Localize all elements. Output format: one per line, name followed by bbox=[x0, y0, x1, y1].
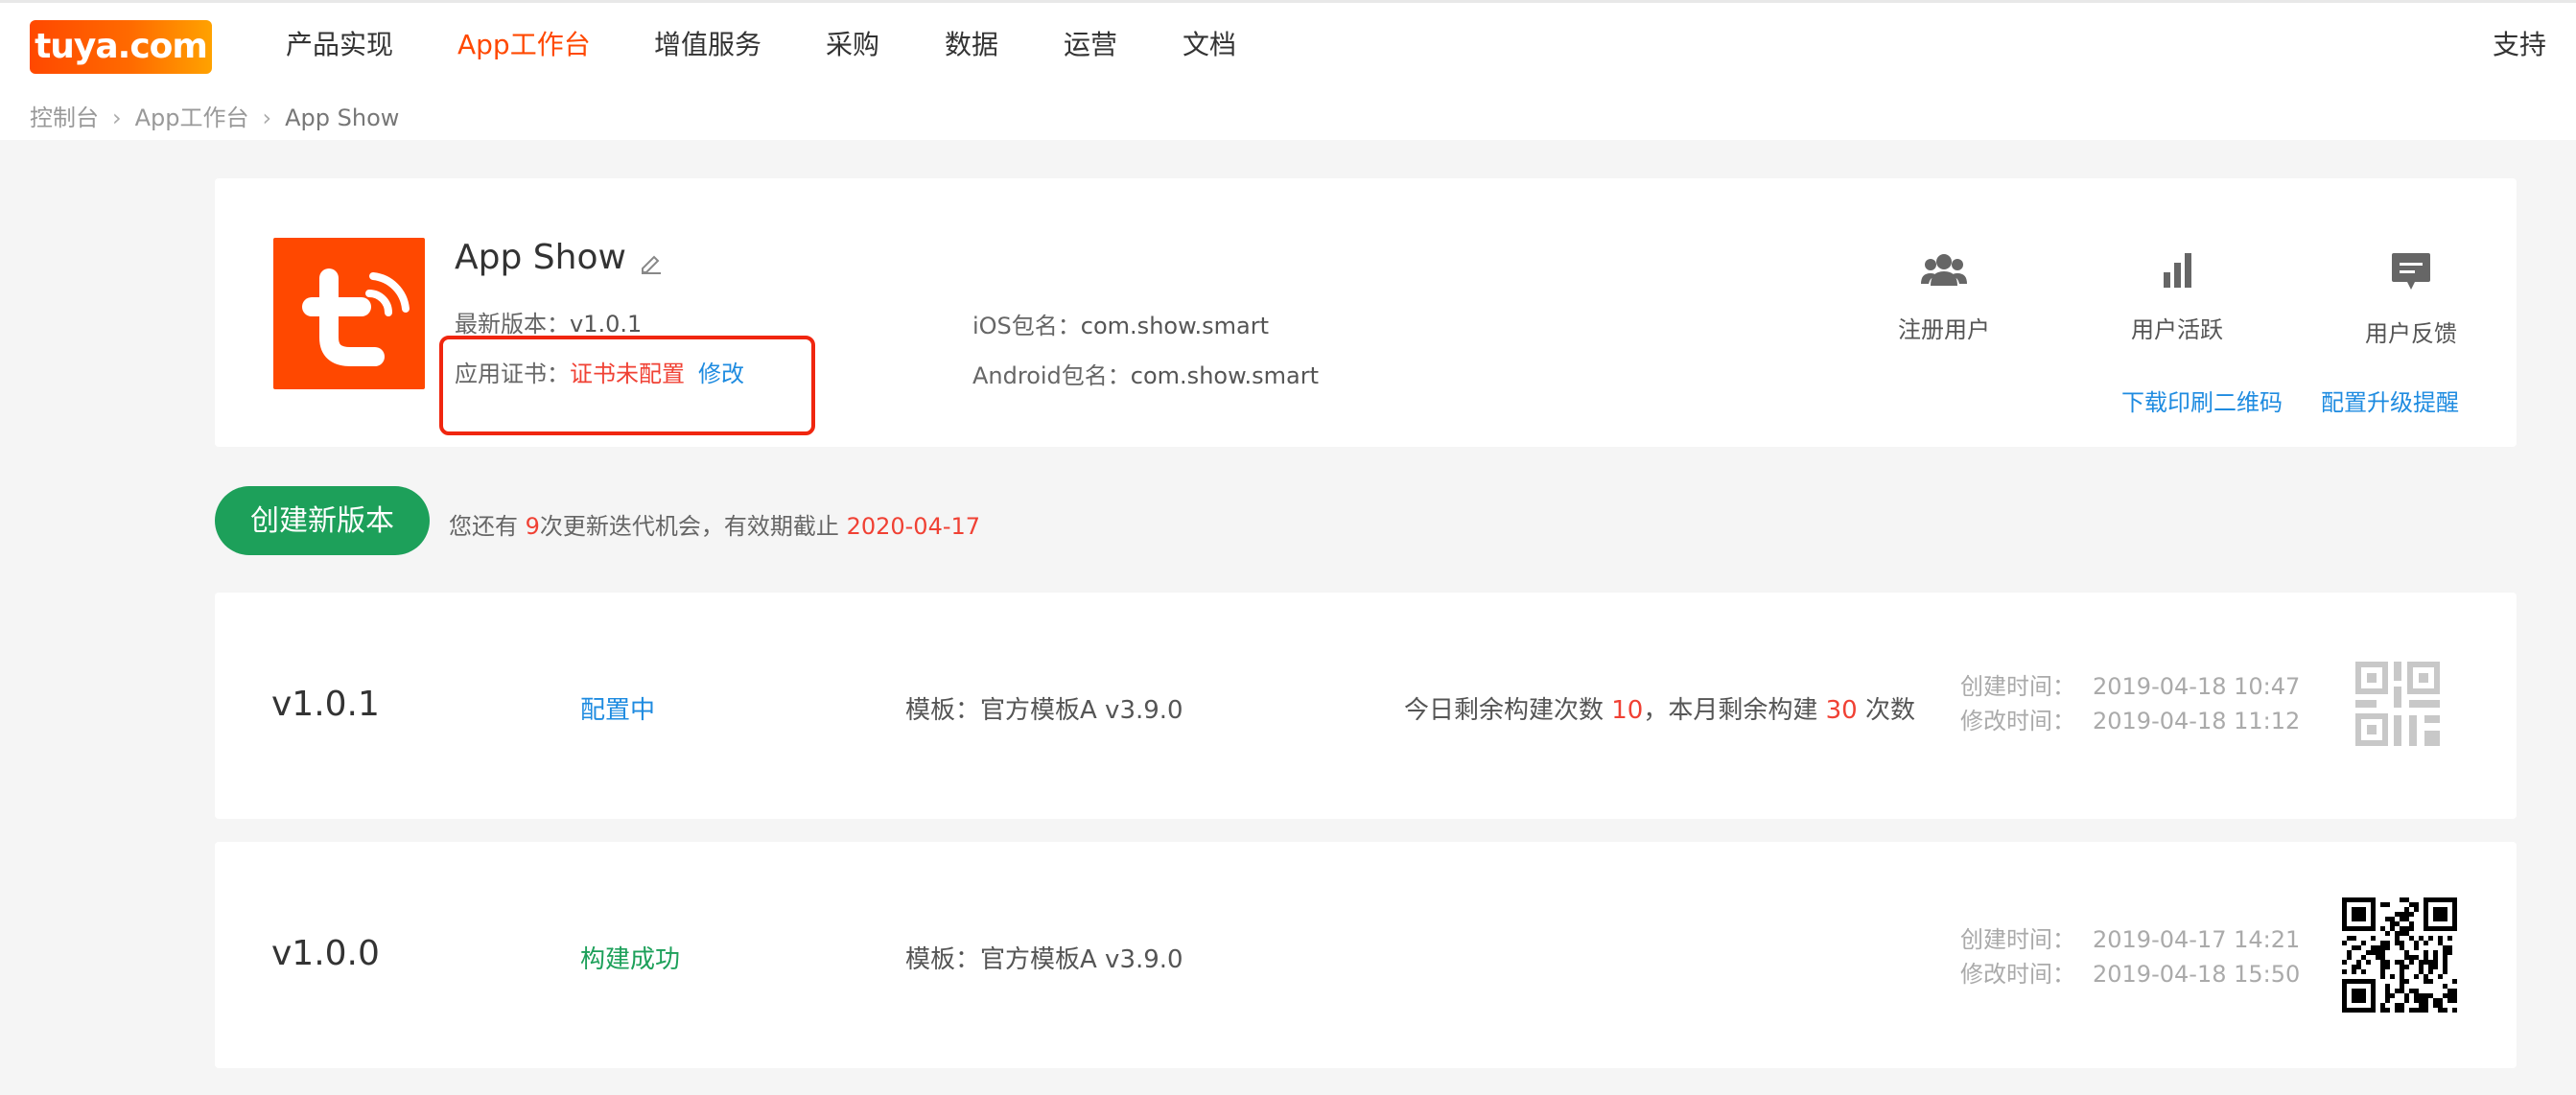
version-template: 模板：官方模板A v3.9.0 bbox=[905, 696, 1183, 725]
latest-version-value: v1.0.1 bbox=[570, 311, 643, 338]
support-link[interactable]: 支持 bbox=[2493, 26, 2546, 64]
create-version-button[interactable]: 创建新版本 bbox=[215, 486, 430, 555]
edit-pencil-icon[interactable] bbox=[639, 249, 664, 274]
version-row[interactable]: v1.0.0 构建成功 模板：官方模板A v3.9.0 创建时间： 2019-04… bbox=[215, 842, 2517, 1068]
stat-user-feedback[interactable]: 用户反馈 bbox=[2315, 251, 2507, 348]
chat-icon bbox=[2392, 253, 2430, 290]
stat-registered-users[interactable]: 注册用户 bbox=[1848, 251, 2040, 344]
version-number: v1.0.1 bbox=[271, 685, 380, 724]
qr-placeholder-icon[interactable] bbox=[2355, 662, 2440, 746]
nav-item-app-workbench[interactable]: App工作台 bbox=[457, 26, 591, 64]
ios-package-row: iOS包名：com.show.smart bbox=[972, 313, 1270, 339]
version-status[interactable]: 构建成功 bbox=[580, 940, 680, 975]
update-quota-note: 您还有 9次更新迭代机会，有效期截止 2020-04-17 bbox=[449, 513, 981, 540]
version-times: 创建时间： 2019-04-17 14:21 修改时间： 2019-04-18 15… bbox=[1960, 922, 2300, 991]
stat-active-users[interactable]: 用户活跃 bbox=[2081, 251, 2273, 344]
nav-item-value-added[interactable]: 增值服务 bbox=[654, 26, 761, 64]
expiry-date: 2020-04-17 bbox=[846, 513, 981, 540]
android-package-value: com.show.smart bbox=[1130, 362, 1320, 389]
month-build-left: 30 bbox=[1825, 696, 1858, 725]
nav-item-data[interactable]: 数据 bbox=[945, 26, 998, 64]
bar-chart-icon bbox=[2164, 253, 2191, 288]
config-upgrade-link[interactable]: 配置升级提醒 bbox=[2321, 384, 2459, 417]
ios-package-value: com.show.smart bbox=[1080, 313, 1270, 339]
top-navigation-bar: tuya.com 产品实现 App工作台 增值服务 采购 数据 运营 文档 支持… bbox=[0, 0, 2576, 140]
nav-item-product[interactable]: 产品实现 bbox=[286, 26, 393, 64]
stat-label: 用户反馈 bbox=[2365, 320, 2457, 347]
today-build-left: 10 bbox=[1611, 696, 1644, 725]
created-time-row: 创建时间： 2019-04-18 10:47 bbox=[1960, 673, 2301, 700]
stat-label: 注册用户 bbox=[1898, 316, 1990, 343]
version-number: v1.0.0 bbox=[271, 934, 380, 973]
chevron-right-icon: › bbox=[262, 105, 272, 131]
build-quota: 今日剩余构建次数 10，本月剩余构建 30 次数 bbox=[1404, 696, 1915, 725]
chevron-right-icon: › bbox=[112, 105, 122, 131]
app-info-card: App Show 最新版本：v1.0.1 应用证书：证书未配置 修改 iOS包名：… bbox=[215, 178, 2517, 447]
breadcrumb-app-workbench[interactable]: App工作台 bbox=[135, 105, 249, 131]
app-icon bbox=[273, 238, 425, 389]
nav-item-operations[interactable]: 运营 bbox=[1064, 26, 1117, 64]
app-name: App Show bbox=[455, 238, 626, 277]
version-status[interactable]: 配置中 bbox=[580, 690, 655, 726]
breadcrumb-console[interactable]: 控制台 bbox=[30, 105, 99, 131]
created-time-row: 创建时间： 2019-04-17 14:21 bbox=[1960, 926, 2301, 953]
stat-label: 用户活跃 bbox=[2131, 316, 2223, 343]
tuya-logo[interactable]: tuya.com bbox=[30, 20, 212, 74]
android-package-row: Android包名：com.show.smart bbox=[972, 362, 1320, 389]
cert-highlight-box bbox=[439, 336, 815, 435]
version-row[interactable]: v1.0.1 配置中 模板：官方模板A v3.9.0 今日剩余构建次数 10，本… bbox=[215, 593, 2517, 819]
remaining-count: 9 bbox=[525, 513, 540, 540]
qr-code-icon[interactable] bbox=[2342, 897, 2457, 1013]
latest-version-row: 最新版本：v1.0.1 bbox=[455, 311, 643, 338]
version-template: 模板：官方模板A v3.9.0 bbox=[905, 945, 1183, 974]
modified-time-row: 修改时间： 2019-04-18 11:12 bbox=[1960, 708, 2301, 734]
tuya-t-icon bbox=[302, 268, 410, 366]
version-times: 创建时间： 2019-04-18 10:47 修改时间： 2019-04-18 11… bbox=[1960, 669, 2300, 738]
users-icon bbox=[1921, 254, 1967, 286]
download-qr-link[interactable]: 下载印刷二维码 bbox=[2121, 384, 2283, 417]
modified-time-row: 修改时间： 2019-04-18 15:50 bbox=[1960, 961, 2301, 988]
nav-item-docs[interactable]: 文档 bbox=[1183, 26, 1236, 64]
breadcrumb-current: App Show bbox=[285, 105, 400, 131]
nav-item-purchase[interactable]: 采购 bbox=[826, 26, 879, 64]
breadcrumb: 控制台 › App工作台 › App Show bbox=[30, 99, 399, 132]
